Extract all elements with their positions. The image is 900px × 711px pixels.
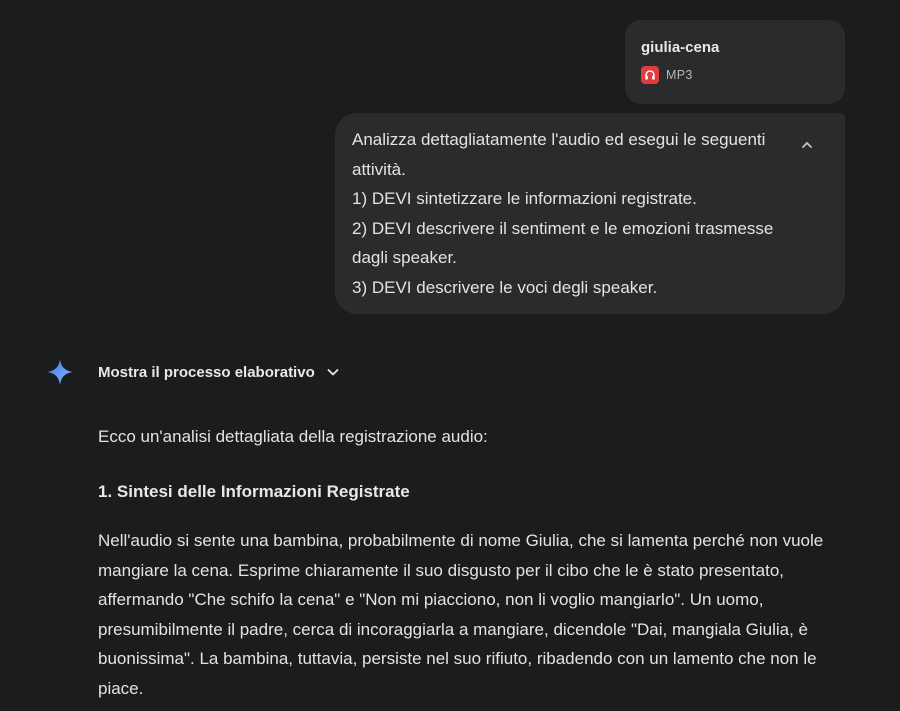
response-paragraph: Nell'audio si sente una bambina, probabi… [98, 526, 868, 703]
show-thinking-toggle[interactable]: Mostra il processo elaborativo [98, 364, 341, 381]
paragraph-line: piace. [98, 678, 144, 698]
response-heading: 1. Sintesi delle Informazioni Registrate [98, 482, 410, 501]
chevron-up-icon [802, 142, 812, 148]
paragraph-line: presumibilmente il padre, cerca di incor… [98, 619, 809, 639]
prompt-line: Analizza dettagliatamente l'audio ed ese… [352, 130, 766, 149]
thinking-label: Mostra il processo elaborativo [98, 363, 315, 381]
assistant-response: Ecco un'analisi dettagliata della regist… [98, 422, 868, 703]
prompt-line: dagli speaker. [352, 248, 457, 267]
response-intro: Ecco un'analisi dettagliata della regist… [98, 427, 488, 446]
chat-page: giulia-cena MP3 Analizza dettagliatament… [0, 0, 900, 711]
attachment-type: MP3 [666, 68, 693, 82]
chevron-down-icon [325, 364, 341, 380]
paragraph-line: affermando "Che schifo la cena" e "Non m… [98, 590, 764, 609]
headphones-icon [641, 66, 659, 84]
collapse-prompt-button[interactable] [795, 133, 819, 157]
prompt-line: 1) DEVI sintetizzare le informazioni reg… [352, 189, 697, 208]
paragraph-line: Nell'audio si sente una bambina, probabi… [98, 531, 824, 550]
audio-attachment-card[interactable]: giulia-cena MP3 [625, 20, 845, 104]
paragraph-line: mangiare la cena. Esprime chiaramente il… [98, 560, 785, 580]
attachment-name: giulia-cena [641, 39, 720, 56]
user-prompt-bubble: Analizza dettagliatamente l'audio ed ese… [335, 113, 845, 314]
prompt-line: attività. [352, 159, 406, 179]
prompt-line: 2) DEVI descrivere il sentiment e le emo… [352, 218, 774, 238]
assistant-header: Mostra il processo elaborativo [46, 358, 341, 386]
attachment-meta: MP3 [641, 66, 829, 84]
prompt-line: 3) DEVI descrivere le voci degli speaker… [352, 277, 658, 297]
paragraph-line: buonissima". La bambina, tuttavia, persi… [98, 649, 817, 668]
gemini-sparkle-icon [46, 358, 74, 386]
